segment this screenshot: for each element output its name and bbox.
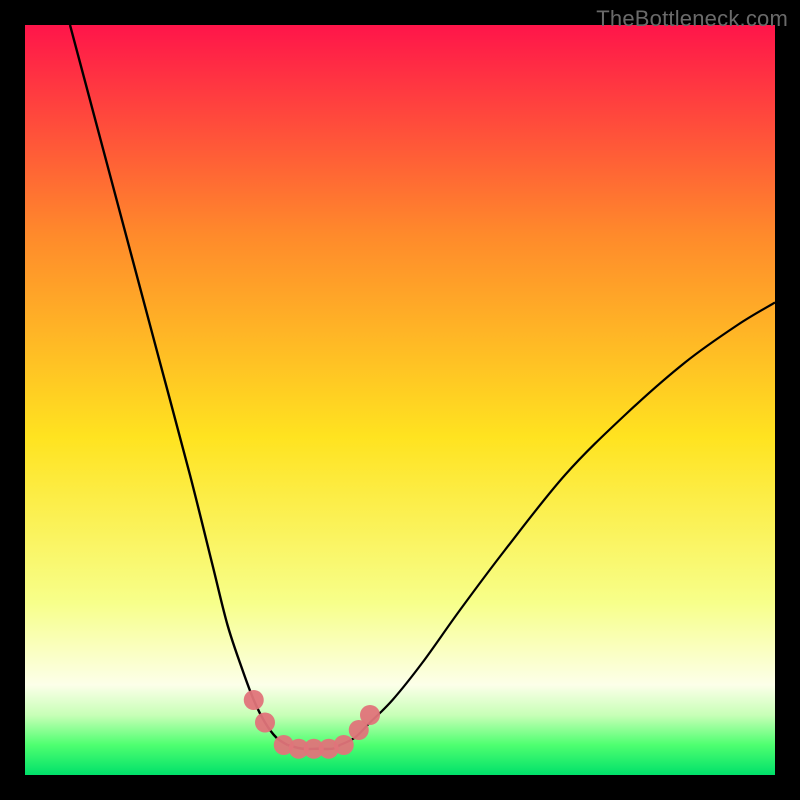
chart-frame: TheBottleneck.com [0, 0, 800, 800]
valley-marker [255, 713, 275, 733]
bottleneck-chart [25, 25, 775, 775]
valley-marker [244, 690, 264, 710]
valley-marker [334, 735, 354, 755]
valley-marker [360, 705, 380, 725]
watermark-text: TheBottleneck.com [596, 6, 788, 32]
plot-background [25, 25, 775, 775]
